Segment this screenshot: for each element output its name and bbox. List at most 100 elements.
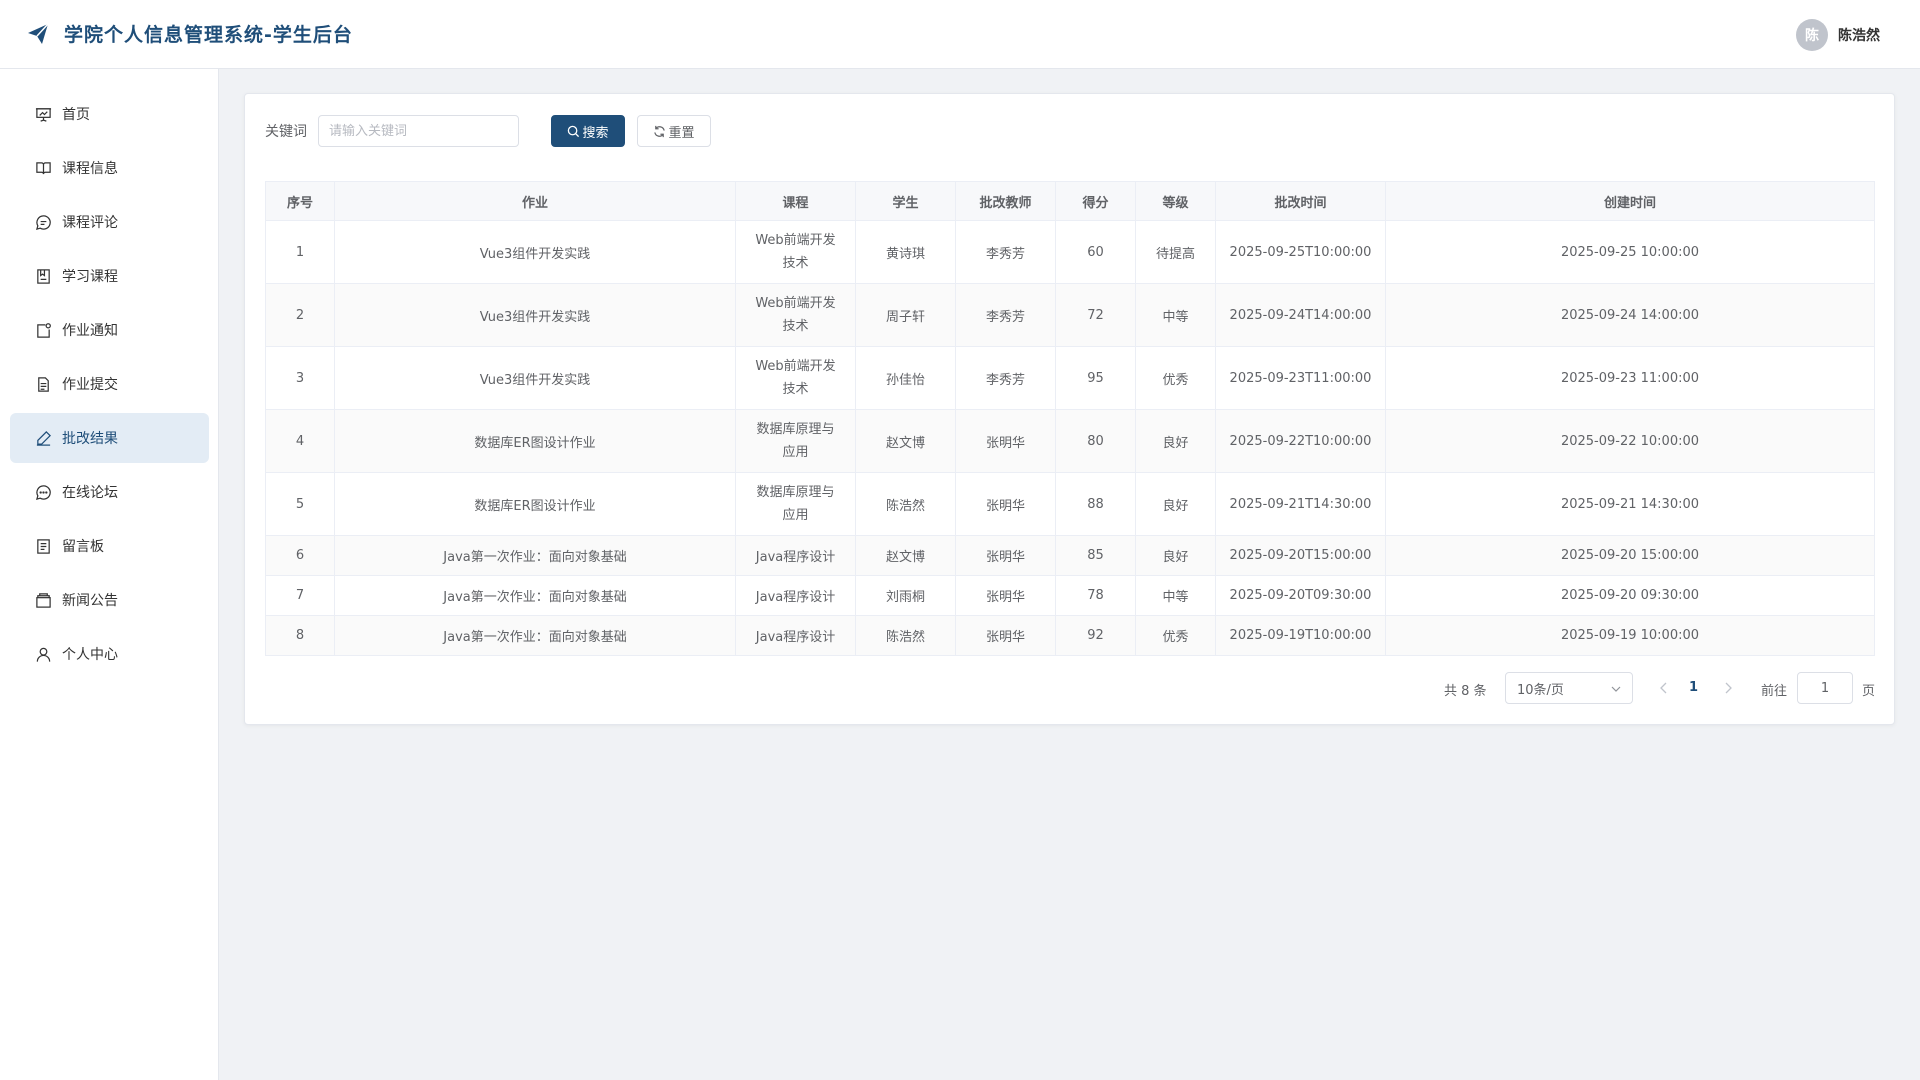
cell-graded-at: 2025-09-19T10:00:00	[1215, 615, 1386, 656]
table-row[interactable]: 6 Java第一次作业：面向对象基础 Java程序设计 赵文博 张明华 85 良…	[265, 535, 1875, 576]
chevron-right-icon[interactable]	[1720, 680, 1736, 696]
grading-results-table: 序号 作业 课程 学生 批改教师 得分 等级 批改时间 创建时间 1 Vue3组…	[265, 181, 1875, 656]
sidebar-item-forum[interactable]: 在线论坛	[10, 467, 209, 517]
cell-course-line: 数据库原理与	[756, 422, 835, 437]
user-icon	[34, 645, 52, 663]
cell-assignment: 数据库ER图设计作业	[334, 472, 736, 536]
sidebar-item-homework-submit[interactable]: 作业提交	[10, 359, 209, 409]
cell-teacher: 李秀芳	[955, 346, 1056, 410]
cell-grade: 良好	[1135, 472, 1216, 536]
chevron-down-icon	[1611, 686, 1621, 692]
notebook-icon	[34, 267, 52, 285]
sidebar-item-grading-results[interactable]: 批改结果	[10, 413, 209, 463]
notice-icon	[34, 321, 52, 339]
cell-course-line: 技术	[782, 382, 809, 397]
col-header-assignment[interactable]: 作业	[334, 181, 736, 221]
cell-course: Web前端开发 技术	[735, 283, 856, 347]
goto-page-input[interactable]	[1797, 672, 1853, 704]
cell-course: 数据库原理与 应用	[735, 409, 856, 473]
cell-course-line: Web前端开发	[755, 233, 836, 248]
table-row[interactable]: 7 Java第一次作业：面向对象基础 Java程序设计 刘雨桐 张明华 78 中…	[265, 575, 1875, 616]
cell-graded-at: 2025-09-22T10:00:00	[1215, 409, 1386, 473]
cell-student: 赵文博	[855, 535, 956, 576]
col-header-no[interactable]: 序号	[265, 181, 335, 221]
cell-student: 陈浩然	[855, 615, 956, 656]
sidebar-item-study-courses[interactable]: 学习课程	[10, 251, 209, 301]
cell-grade: 中等	[1135, 283, 1216, 347]
sidebar-item-news[interactable]: 新闻公告	[10, 575, 209, 625]
cell-score: 72	[1055, 283, 1136, 347]
table-row[interactable]: 4 数据库ER图设计作业 数据库原理与 应用 赵文博 张明华 80 良好 2025…	[265, 409, 1875, 473]
cell-grade: 良好	[1135, 409, 1216, 473]
comment-icon	[34, 213, 52, 231]
cell-score: 78	[1055, 575, 1136, 616]
table-row[interactable]: 5 数据库ER图设计作业 数据库原理与 应用 陈浩然 张明华 88 良好 2025…	[265, 472, 1875, 536]
cell-created-at: 2025-09-20 09:30:00	[1385, 575, 1875, 616]
sidebar-item-label: 批改结果	[62, 431, 118, 447]
document-icon	[34, 375, 52, 393]
cell-student: 周子轩	[855, 283, 956, 347]
cell-created-at: 2025-09-19 10:00:00	[1385, 615, 1875, 656]
sidebar-item-home[interactable]: 首页	[10, 89, 209, 139]
sidebar-item-course-info[interactable]: 课程信息	[10, 143, 209, 193]
sidebar-item-course-comments[interactable]: 课程评论	[10, 197, 209, 247]
user-menu[interactable]: 陈 陈浩然	[1796, 18, 1880, 52]
cell-assignment: Vue3组件开发实践	[334, 346, 736, 410]
col-header-score[interactable]: 得分	[1055, 181, 1136, 221]
cell-no: 4	[265, 409, 335, 473]
col-header-teacher[interactable]: 批改教师	[955, 181, 1056, 221]
table-row[interactable]: 1 Vue3组件开发实践 Web前端开发 技术 黄诗琪 李秀芳 60 待提高 20…	[265, 220, 1875, 284]
cell-grade: 良好	[1135, 535, 1216, 576]
search-button[interactable]: 搜索	[551, 115, 625, 147]
cell-score: 85	[1055, 535, 1136, 576]
keyword-input[interactable]	[318, 115, 519, 147]
cell-created-at: 2025-09-21 14:30:00	[1385, 472, 1875, 536]
page-suffix-label: 页	[1862, 684, 1876, 699]
cell-grade: 中等	[1135, 575, 1216, 616]
table-row[interactable]: 8 Java第一次作业：面向对象基础 Java程序设计 陈浩然 张明华 92 优…	[265, 615, 1875, 656]
cell-course: Web前端开发 技术	[735, 346, 856, 410]
sidebar-item-message-board[interactable]: 留言板	[10, 521, 209, 571]
cell-graded-at: 2025-09-23T11:00:00	[1215, 346, 1386, 410]
sidebar-item-label: 课程评论	[62, 215, 118, 231]
sidebar-item-label: 个人中心	[62, 647, 118, 663]
cell-assignment: Vue3组件开发实践	[334, 283, 736, 347]
cell-graded-at: 2025-09-24T14:00:00	[1215, 283, 1386, 347]
col-header-course[interactable]: 课程	[735, 181, 856, 221]
presentation-icon	[34, 105, 52, 123]
col-header-grade[interactable]: 等级	[1135, 181, 1216, 221]
goto-label: 前往	[1761, 684, 1788, 699]
user-name[interactable]: 陈浩然	[1838, 25, 1880, 45]
col-header-graded-at[interactable]: 批改时间	[1215, 181, 1386, 221]
reset-button[interactable]: 重置	[637, 115, 711, 147]
pagination: 共 8 条 10条/页 1 前往 页	[0, 672, 1920, 704]
news-box-icon	[34, 591, 52, 609]
cell-no: 6	[265, 535, 335, 576]
reset-button-label: 重置	[668, 125, 695, 141]
avatar[interactable]: 陈	[1796, 19, 1828, 51]
cell-no: 3	[265, 346, 335, 410]
col-header-student[interactable]: 学生	[855, 181, 956, 221]
sidebar-item-homework-notice[interactable]: 作业通知	[10, 305, 209, 355]
table-row[interactable]: 3 Vue3组件开发实践 Web前端开发 技术 孙佳怡 李秀芳 95 优秀 202…	[265, 346, 1875, 410]
cell-created-at: 2025-09-25 10:00:00	[1385, 220, 1875, 284]
cell-course-line: 应用	[782, 508, 809, 523]
page-size-select[interactable]: 10条/页	[1505, 672, 1633, 704]
table-row[interactable]: 2 Vue3组件开发实践 Web前端开发 技术 周子轩 李秀芳 72 中等 202…	[265, 283, 1875, 347]
cell-no: 5	[265, 472, 335, 536]
cell-teacher: 李秀芳	[955, 283, 1056, 347]
cell-score: 95	[1055, 346, 1136, 410]
chevron-left-icon[interactable]	[1656, 680, 1672, 696]
cell-assignment: Java第一次作业：面向对象基础	[334, 575, 736, 616]
col-header-created-at[interactable]: 创建时间	[1385, 181, 1875, 221]
refresh-icon	[654, 125, 666, 137]
page-number-current[interactable]: 1	[1689, 680, 1698, 695]
cell-assignment: Java第一次作业：面向对象基础	[334, 615, 736, 656]
cell-student: 孙佳怡	[855, 346, 956, 410]
cell-assignment: Java第一次作业：面向对象基础	[334, 535, 736, 576]
search-icon	[568, 125, 580, 137]
cell-student: 刘雨桐	[855, 575, 956, 616]
cell-course-line: Web前端开发	[755, 359, 836, 374]
cell-created-at: 2025-09-24 14:00:00	[1385, 283, 1875, 347]
cell-assignment: Vue3组件开发实践	[334, 220, 736, 284]
